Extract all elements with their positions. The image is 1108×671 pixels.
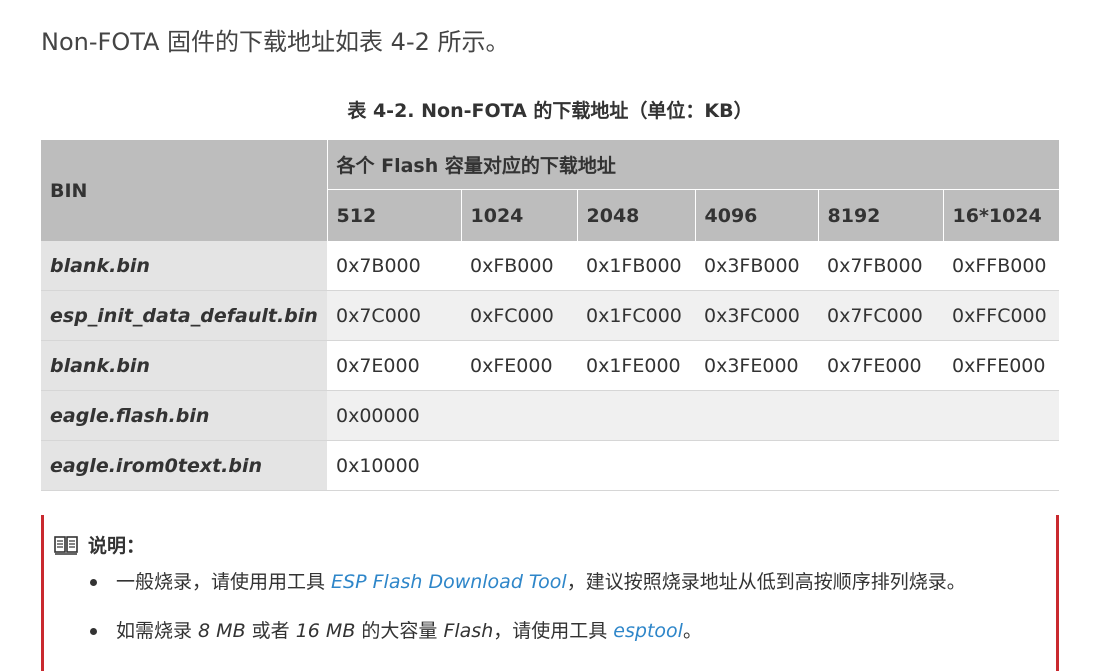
note-item-text: 的大容量 xyxy=(355,620,444,642)
note-item-emphasis: 8 MB xyxy=(198,620,246,642)
download-address-table: BIN 各个 Flash 容量对应的下载地址 512 1024 2048 409… xyxy=(41,140,1060,491)
note-item-text: 。 xyxy=(682,620,702,642)
address-cell: 0xFB000 xyxy=(461,241,577,291)
table-row: eagle.flash.bin 0x00000 xyxy=(41,390,1060,441)
merged-address-cell: 0x00000 xyxy=(327,390,1060,441)
list-item: 如需烧录 8 MB 或者 16 MB 的大容量 Flash，请使用工具 espt… xyxy=(90,618,966,667)
address-cell: 0xFFB000 xyxy=(943,241,1060,291)
note-list: 一般烧录，请使用用工具 ESP Flash Download Tool，建议按照… xyxy=(90,569,966,667)
table-row: esp_init_data_default.bin 0x7C000 0xFC00… xyxy=(41,290,1060,341)
table-caption: 表 4-2. Non-FOTA 的下载地址（单位：KB） xyxy=(347,100,753,122)
address-cell: 0x7E000 xyxy=(327,340,461,391)
note-box: 说明： 一般烧录，请使用用工具 ESP Flash Download Tool，… xyxy=(41,515,1059,671)
note-title: 说明： xyxy=(54,531,145,558)
size-header-4096: 4096 xyxy=(695,189,819,241)
table-row: blank.bin 0x7B000 0xFB000 0x1FB000 0x3FB… xyxy=(41,241,1060,291)
address-cell: 0x3FC000 xyxy=(695,290,818,341)
size-header-512: 512 xyxy=(327,189,462,241)
note-item-text: 如需烧录 xyxy=(116,620,199,642)
table-row: eagle.irom0text.bin 0x10000 xyxy=(41,440,1060,491)
note-item-emphasis: 16 MB xyxy=(295,620,356,642)
book-icon xyxy=(54,535,78,555)
bin-name-cell: esp_init_data_default.bin xyxy=(41,290,327,341)
table-row: blank.bin 0x7E000 0xFE000 0x1FE000 0x3FE… xyxy=(41,340,1060,391)
merged-address-cell: 0x10000 xyxy=(327,440,1060,491)
size-header-8192: 8192 xyxy=(818,189,944,241)
address-cell: 0xFFE000 xyxy=(943,340,1060,391)
address-cell: 0x1FC000 xyxy=(577,290,695,341)
note-item-text: ，建议按照烧录地址从低到高按顺序排列烧录。 xyxy=(566,571,966,593)
address-cell: 0x1FB000 xyxy=(577,241,695,291)
bin-column-header: BIN xyxy=(41,140,328,241)
bin-name-cell: eagle.irom0text.bin xyxy=(41,440,327,491)
size-header-1024: 1024 xyxy=(461,189,578,241)
size-header-2048: 2048 xyxy=(577,189,696,241)
size-header-16384: 16*1024 xyxy=(943,189,1060,241)
note-item-emphasis: Flash xyxy=(443,620,494,642)
note-title-label: 说明： xyxy=(88,535,146,557)
bin-name-cell: blank.bin xyxy=(41,340,327,391)
address-cell: 0x7FB000 xyxy=(818,241,943,291)
list-item: 一般烧录，请使用用工具 ESP Flash Download Tool，建议按照… xyxy=(90,569,966,618)
address-cell: 0x3FE000 xyxy=(695,340,818,391)
intro-text: Non-FOTA 固件的下载地址如表 4-2 所示。 xyxy=(41,28,510,56)
note-item-text: 一般烧录，请使用用工具 xyxy=(116,571,332,593)
address-cell: 0x3FB000 xyxy=(695,241,818,291)
note-item-text: 或者 xyxy=(245,620,296,642)
address-cell: 0x7B000 xyxy=(327,241,461,291)
address-cell: 0xFC000 xyxy=(461,290,577,341)
address-cell: 0x7C000 xyxy=(327,290,461,341)
esp-flash-download-tool-link[interactable]: ESP Flash Download Tool xyxy=(331,571,567,593)
address-cell: 0x1FE000 xyxy=(577,340,695,391)
bin-name-cell: eagle.flash.bin xyxy=(41,390,327,441)
address-cell: 0xFFC000 xyxy=(943,290,1060,341)
bin-name-cell: blank.bin xyxy=(41,241,327,291)
address-cell: 0xFE000 xyxy=(461,340,577,391)
esptool-link[interactable]: esptool xyxy=(613,620,683,642)
flash-size-group-header: 各个 Flash 容量对应的下载地址 xyxy=(327,140,1060,191)
address-cell: 0x7FE000 xyxy=(818,340,943,391)
address-cell: 0x7FC000 xyxy=(818,290,943,341)
note-item-text: ，请使用工具 xyxy=(493,620,614,642)
